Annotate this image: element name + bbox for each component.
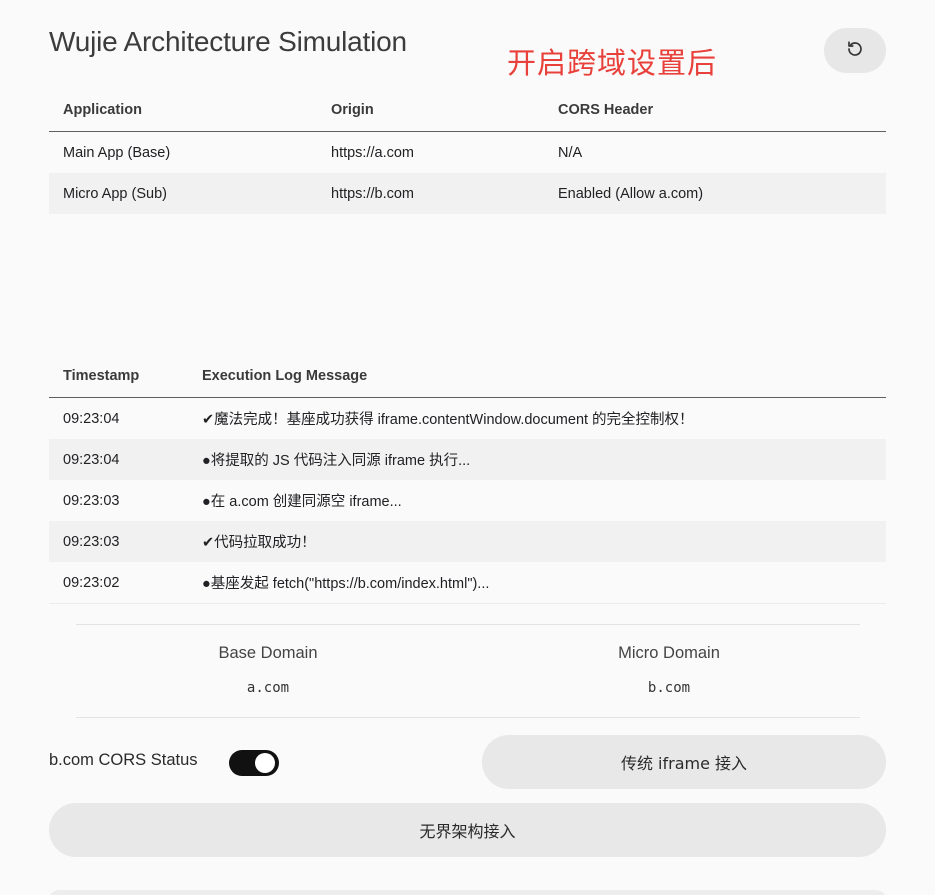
- wujie-connect-button[interactable]: 无界架构接入: [49, 803, 886, 857]
- table-header-row: Timestamp Execution Log Message: [49, 355, 886, 398]
- log-row: 09:23:02 ●基座发起 fetch("https://b.com/inde…: [49, 562, 886, 604]
- log-timestamp: 09:23:03: [63, 492, 120, 509]
- log-timestamp: 09:23:02: [49, 562, 188, 604]
- cell-application: Main App (Base): [63, 144, 171, 161]
- page-title: Wujie Architecture Simulation: [49, 26, 407, 57]
- domain-panel: Base Domain a.com Micro Domain b.com: [76, 624, 860, 718]
- cell-origin: https://b.com: [317, 173, 544, 214]
- base-domain-label: Base Domain: [218, 644, 318, 662]
- log-message: ●基座发起 fetch("https://b.com/index.html").…: [188, 562, 886, 604]
- cell-cors: N/A: [558, 144, 583, 161]
- table-header-row: Application Origin CORS Header: [49, 89, 886, 132]
- log-row: 09:23:04 ●将提取的 JS 代码注入同源 iframe 执行...: [49, 439, 886, 480]
- micro-domain-label: Micro Domain: [618, 644, 720, 662]
- cell-cors: Enabled (Allow a.com): [544, 173, 886, 214]
- cell-origin: https://a.com: [331, 144, 415, 161]
- table-row: Micro App (Sub) https://b.com Enabled (A…: [49, 173, 886, 214]
- cors-status-label: b.com CORS Status: [49, 751, 198, 769]
- column-header-timestamp: Timestamp: [49, 355, 188, 398]
- log-timestamp: 09:23:04: [63, 410, 120, 427]
- table-row: Main App (Base) https://a.com N/A: [49, 132, 886, 174]
- log-message: ●将提取的 JS 代码注入同源 iframe 执行...: [188, 439, 886, 480]
- refresh-icon: [846, 40, 864, 61]
- column-header-message: Execution Log Message: [188, 355, 886, 398]
- application-table: Application Origin CORS Header Main App …: [49, 89, 886, 214]
- log-row: 09:23:04 ✔魔法完成！基座成功获得 iframe.contentWind…: [49, 398, 886, 440]
- log-message: ✔魔法完成！基座成功获得 iframe.contentWindow.docume…: [202, 412, 694, 428]
- log-row: 09:23:03 ✔代码拉取成功！: [49, 521, 886, 562]
- page: Wujie Architecture Simulation 开启跨域设置后 Ap…: [0, 0, 935, 895]
- log-row: 09:23:03 ●在 a.com 创建同源空 iframe...: [49, 480, 886, 521]
- base-domain-value: a.com: [246, 680, 290, 696]
- reset-button[interactable]: [824, 28, 886, 73]
- iframe-connect-button[interactable]: 传统 iframe 接入: [482, 735, 886, 789]
- log-timestamp: 09:23:03: [49, 521, 188, 562]
- column-header-origin: Origin: [317, 89, 544, 132]
- log-timestamp: 09:23:04: [49, 439, 188, 480]
- cell-application: Micro App (Sub): [49, 173, 317, 214]
- cors-toggle[interactable]: [229, 750, 279, 776]
- annotation-text: 开启跨域设置后: [507, 46, 718, 80]
- log-message: ●在 a.com 创建同源空 iframe...: [202, 494, 402, 510]
- column-header-cors: CORS Header: [544, 89, 886, 132]
- column-header-application: Application: [49, 89, 317, 132]
- toggle-knob: [255, 753, 275, 773]
- execution-log-table: Timestamp Execution Log Message 09:23:04…: [49, 355, 886, 604]
- micro-domain-value: b.com: [647, 680, 691, 696]
- partial-button[interactable]: [49, 890, 886, 895]
- log-message: ✔代码拉取成功！: [188, 521, 886, 562]
